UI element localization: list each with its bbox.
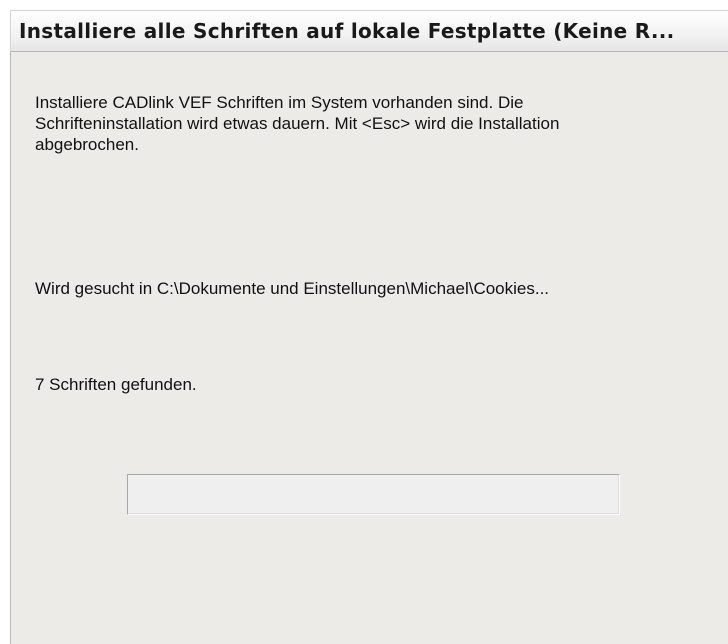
dialog-body: Installiere CADlink VEF Schriften im Sys… bbox=[10, 52, 728, 644]
description-text: Installiere CADlink VEF Schriften im Sys… bbox=[35, 93, 560, 154]
window-title: Installiere alle Schriften auf lokale Fe… bbox=[19, 19, 675, 43]
title-bar[interactable]: Installiere alle Schriften auf lokale Fe… bbox=[10, 10, 728, 52]
progress-bar bbox=[127, 474, 620, 515]
install-fonts-dialog: Installiere alle Schriften auf lokale Fe… bbox=[0, 0, 728, 644]
fonts-found-text: 7 Schriften gefunden. bbox=[35, 375, 197, 394]
search-status-text: Wird gesucht in C:\Dokumente und Einstel… bbox=[35, 279, 550, 298]
